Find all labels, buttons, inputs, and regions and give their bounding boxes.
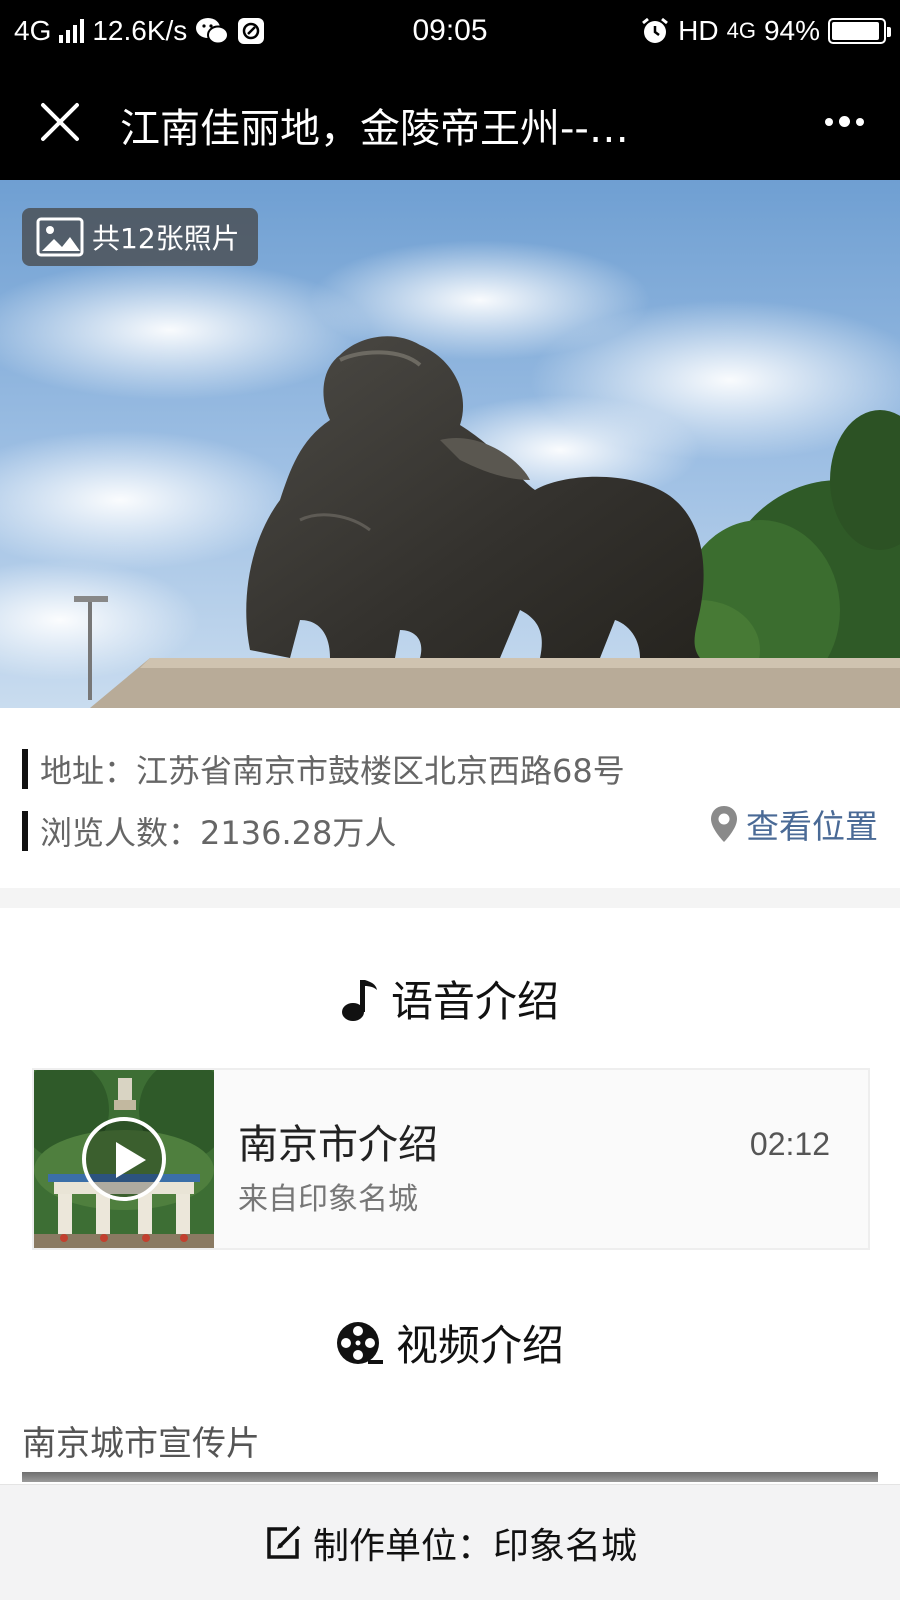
photo-count-label: 共12张照片 — [92, 222, 240, 255]
section-divider — [0, 888, 900, 908]
location-pin-icon — [711, 806, 737, 842]
battery-percent: 94% — [763, 15, 820, 46]
video-section-heading: 视频介绍 — [0, 1312, 900, 1373]
edit-icon — [267, 1525, 301, 1559]
address-text: 地址：江苏省南京市鼓楼区北京西路68号 — [40, 752, 625, 790]
views-text: 浏览人数：2136.28万人 — [40, 814, 397, 852]
more-options-button[interactable] — [825, 116, 864, 127]
hd-label: HD — [678, 15, 719, 46]
video-section-title: 视频介绍 — [395, 1321, 564, 1370]
view-location-label: 查看位置 — [746, 807, 878, 846]
audio-item[interactable]: 南京市介绍 来自印象名城 02:12 — [32, 1068, 870, 1250]
alarm-icon — [642, 17, 669, 43]
audio-section-heading: 语音介绍 — [0, 968, 900, 1029]
status-right: HD 4G 94% — [640, 15, 891, 47]
view-location-link[interactable]: 查看位置 — [708, 800, 878, 848]
film-reel-icon — [336, 1320, 384, 1366]
address-row: 地址：江苏省南京市鼓楼区北京西路68号 — [22, 746, 625, 792]
bullet-bar — [22, 749, 28, 789]
title-bar: 江南佳丽地，金陵帝王州--… — [0, 62, 900, 180]
producer-label: 制作单位：印象名城 — [312, 1525, 637, 1567]
info-panel: 地址：江苏省南京市鼓楼区北京西路68号 浏览人数：2136.28万人 查看位置 — [0, 708, 900, 888]
video-title: 南京城市宣传片 — [22, 1424, 260, 1464]
bullet-bar — [22, 811, 28, 851]
views-row: 浏览人数：2136.28万人 — [22, 808, 396, 854]
battery-icon — [828, 18, 891, 44]
image-icon — [36, 217, 84, 257]
footer-bar: 制作单位：印象名城 — [0, 1484, 900, 1600]
network-right-label: 4G — [726, 18, 756, 43]
close-button[interactable] — [36, 98, 84, 146]
video-player[interactable] — [22, 1472, 878, 1482]
photo-count-badge[interactable]: 共12张照片 — [22, 208, 258, 266]
status-bar: 4G 12.6K/s 09:05 HD 4G 94% — [0, 0, 900, 62]
audio-section-title: 语音介绍 — [390, 977, 559, 1026]
page-title: 江南佳丽地，金陵帝王州--… — [120, 106, 629, 152]
audio-title: 南京市介绍 — [238, 1122, 438, 1168]
play-button[interactable] — [82, 1117, 166, 1201]
music-note-icon — [341, 976, 379, 1022]
audio-duration: 02:12 — [749, 1126, 830, 1162]
audio-source: 来自印象名城 — [238, 1182, 418, 1217]
hero-image[interactable]: 共12张照片 — [0, 180, 900, 708]
audio-thumbnail — [34, 1070, 214, 1248]
battery-fill — [832, 22, 879, 40]
